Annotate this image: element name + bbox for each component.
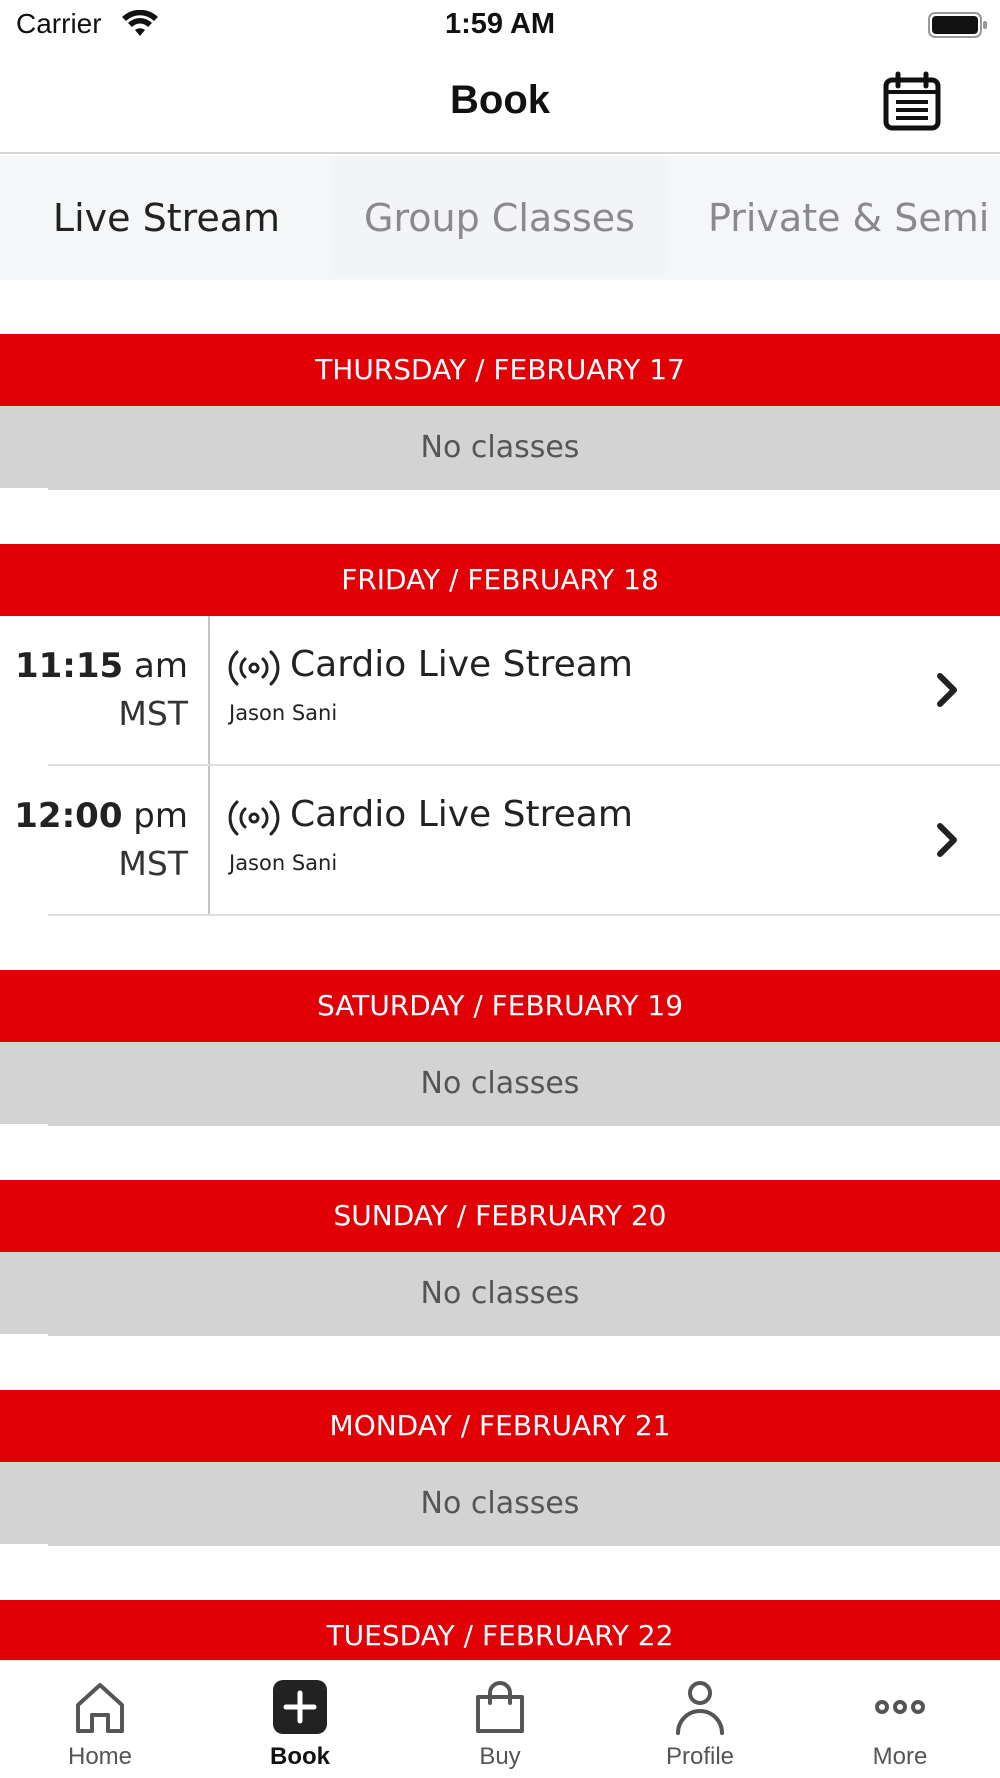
live-stream-icon <box>228 650 280 686</box>
class-time-ampm: am <box>134 646 188 686</box>
home-icon <box>76 1683 124 1733</box>
day-header: THURSDAY / FEBRUARY 17 <box>0 334 1000 406</box>
tab-bar-buy[interactable]: Buy <box>400 1661 600 1778</box>
plus-square-icon <box>273 1680 327 1734</box>
day-header: FRIDAY / FEBRUARY 18 <box>0 544 1000 616</box>
battery-icon <box>928 12 987 38</box>
divider <box>0 488 48 490</box>
instructor-name: Jason Sani <box>229 701 338 725</box>
no-classes-row: No classes <box>0 406 1000 490</box>
tab-bar-home[interactable]: Home <box>0 1661 200 1778</box>
bottom-tab-bar: Home Book Buy Profile More <box>0 1660 1000 1778</box>
chevron-right-icon[interactable] <box>932 668 962 712</box>
class-row[interactable]: 12:00 pm MST Cardio Live Stream Jason Sa… <box>0 766 1000 916</box>
divider <box>0 1334 48 1336</box>
tab-group-classes[interactable]: Group Classes <box>333 156 666 274</box>
no-classes-row: No classes <box>0 1462 1000 1546</box>
divider <box>0 1124 48 1126</box>
person-icon <box>676 1681 724 1735</box>
day-header: SUNDAY / FEBRUARY 20 <box>0 1180 1000 1252</box>
tab-bar-profile[interactable]: Profile <box>600 1661 800 1778</box>
status-bar: Carrier 1:59 AM <box>0 0 1000 50</box>
divider <box>0 1544 48 1546</box>
divider <box>48 914 1000 916</box>
class-time-value: 11:15 <box>14 646 124 686</box>
calendar-icon[interactable] <box>880 70 944 134</box>
class-timezone: MST <box>118 694 188 733</box>
divider <box>208 616 210 766</box>
tab-private-semi-private[interactable]: Private & Semi P <box>708 156 1000 274</box>
class-time: 12:00 pm MST <box>0 766 188 916</box>
tab-bar-label: Profile <box>665 1743 735 1770</box>
tab-live-stream[interactable]: Live Stream <box>0 156 333 274</box>
tab-bar-label: Buy <box>479 1743 521 1770</box>
class-name: Cardio Live Stream <box>290 794 633 835</box>
chevron-right-icon[interactable] <box>932 818 962 862</box>
class-timezone: MST <box>118 844 188 883</box>
tab-bar-more[interactable]: More <box>800 1661 1000 1778</box>
tab-bar-label: Book <box>270 1743 330 1770</box>
tab-bar-label: Home <box>67 1743 133 1770</box>
category-tabs: Live Stream Group Classes Private & Semi… <box>0 156 1000 280</box>
page-title: Book <box>450 78 550 122</box>
more-dots-icon <box>875 1700 925 1714</box>
no-classes-row: No classes <box>0 1042 1000 1126</box>
class-row[interactable]: 11:15 am MST Cardio Live Stream Jason Sa… <box>0 616 1000 766</box>
day-header: SATURDAY / FEBRUARY 19 <box>0 970 1000 1042</box>
live-stream-icon <box>228 800 280 836</box>
instructor-name: Jason Sani <box>229 851 338 875</box>
class-time-value: 12:00 <box>14 796 123 836</box>
tab-bar-book[interactable]: Book <box>200 1661 400 1778</box>
navigation-bar: Book <box>0 50 1000 154</box>
class-time: 11:15 am MST <box>0 616 188 766</box>
status-time: 1:59 AM <box>444 8 556 40</box>
class-time-ampm: pm <box>133 796 188 836</box>
day-header: MONDAY / FEBRUARY 21 <box>0 1390 1000 1462</box>
shopping-bag-icon <box>476 1681 524 1733</box>
divider <box>208 766 210 916</box>
class-name: Cardio Live Stream <box>290 644 633 685</box>
no-classes-row: No classes <box>0 1252 1000 1336</box>
tab-bar-label: More <box>872 1743 928 1770</box>
